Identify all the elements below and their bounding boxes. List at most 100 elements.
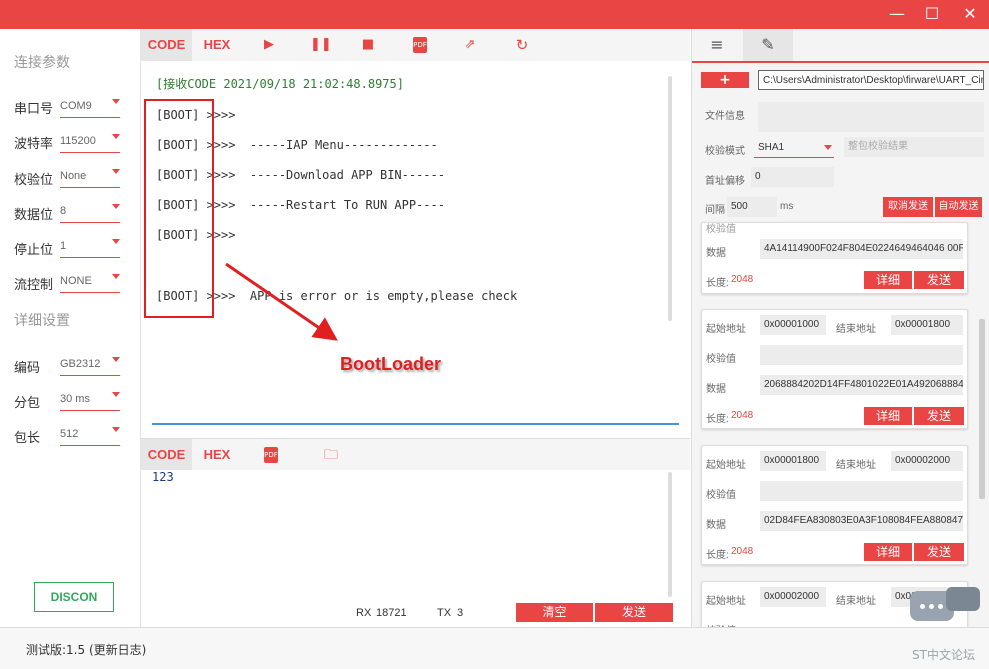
baud-select[interactable]: 115200	[60, 131, 120, 153]
file-info-field	[758, 102, 984, 132]
right-scrollbar[interactable]	[979, 319, 985, 499]
data-label: 数据	[706, 384, 726, 395]
pdf-icon[interactable]: PDF	[264, 447, 278, 463]
chat-bubble-icon	[946, 587, 980, 611]
tx-count: 3	[457, 607, 464, 619]
detail-button[interactable]: 详细	[864, 543, 912, 561]
tx-label: TX	[437, 607, 452, 619]
file-edit-icon[interactable]: ✎	[743, 29, 793, 61]
receive-toolbar: CODE HEX ▶ ❚❚ ■ PDF ⇗ ↻	[141, 29, 690, 61]
dropdown-arrow-icon	[112, 357, 120, 362]
offset-label: 首址偏移	[705, 176, 745, 187]
param-label-port: 串口号	[14, 102, 54, 117]
interval-unit: ms	[780, 201, 794, 212]
encoding-select[interactable]: GB2312	[60, 354, 120, 376]
send-text: 123	[152, 470, 174, 484]
length-label: 长度:	[706, 414, 729, 425]
receive-scrollbar[interactable]	[668, 76, 672, 321]
firmware-block-card: 起始地址 0x00001800 结束地址 0x00002000 校验值 数据 0…	[701, 445, 968, 565]
detail-button[interactable]: 详细	[864, 271, 912, 289]
data-label: 数据	[706, 248, 726, 259]
stopbits-select[interactable]: 1	[60, 236, 120, 258]
length-value: 2048	[731, 410, 754, 421]
send-area[interactable]: 123 RX 18721 TX 3 清空 发送	[141, 470, 690, 627]
start-field: 0x00001800	[760, 451, 826, 471]
dropdown-arrow-icon	[112, 239, 120, 244]
firmware-block-card: 校验值 数据 4A14114900F024F804E0224649464046 …	[701, 222, 968, 294]
rx-label: RX	[356, 607, 372, 619]
block-send-button[interactable]: 发送	[914, 407, 964, 425]
dropdown-arrow-icon	[112, 99, 120, 104]
dropdown-arrow-icon	[112, 134, 120, 139]
block-send-button[interactable]: 发送	[914, 543, 964, 561]
send-tab-code[interactable]: CODE	[141, 439, 192, 471]
send-tab-hex[interactable]: HEX	[192, 439, 242, 471]
param-label-databits: 数据位	[14, 208, 54, 223]
param-label-length: 包长	[14, 431, 41, 446]
flow-select[interactable]: NONE	[60, 271, 120, 293]
port-select[interactable]: COM9	[60, 96, 120, 118]
connection-panel: 连接参数 串口号 COM9 波特率 115200 校验位 None 数据位 8 …	[0, 29, 141, 627]
receive-header: [接收CODE 2021/09/18 21:02:48.8975]	[156, 77, 404, 91]
start-label: 起始地址	[706, 460, 746, 471]
check-label: 校验值	[706, 224, 736, 235]
length-select[interactable]: 512	[60, 424, 120, 446]
maximize-button[interactable]: ☐	[915, 0, 949, 29]
dropdown-arrow-icon	[112, 274, 120, 279]
bootloader-label: BootLoader	[340, 354, 441, 374]
pdf-icon[interactable]: PDF	[413, 37, 427, 53]
parity-select[interactable]: None	[60, 166, 120, 188]
receive-divider	[152, 423, 679, 425]
disconnect-button[interactable]: DISCON	[34, 582, 114, 612]
refresh-icon[interactable]: ↻	[514, 37, 530, 53]
firmware-panel: ≡ ✎ + C:\Users\Administrator\Desktop\fir…	[691, 29, 989, 627]
dropdown-arrow-icon	[112, 427, 120, 432]
auto-send-button[interactable]: 自动发送	[935, 197, 982, 217]
play-icon[interactable]: ▶	[261, 37, 277, 53]
start-field: 0x00002000	[760, 587, 826, 607]
receive-area[interactable]: [接收CODE 2021/09/18 21:02:48.8975] [BOOT]…	[141, 61, 690, 436]
end-label: 结束地址	[836, 596, 876, 607]
file-info-label: 文件信息	[705, 111, 745, 122]
param-label-flow: 流控制	[14, 278, 54, 293]
cancel-send-button[interactable]: 取消发送	[883, 197, 933, 217]
param-label-packet: 分包	[14, 396, 41, 411]
databits-select[interactable]: 8	[60, 201, 120, 223]
edit-list-icon[interactable]: ≡	[692, 29, 742, 61]
end-label: 结束地址	[836, 324, 876, 335]
data-field: 02D84FEA830803E0A3F108084FEA88084746	[760, 511, 963, 531]
block-send-button[interactable]: 发送	[914, 271, 964, 289]
check-label: 校验值	[706, 490, 736, 501]
export-icon[interactable]: ⇗	[462, 37, 478, 53]
stop-icon[interactable]: ■	[360, 37, 376, 53]
packet-select[interactable]: 30 ms	[60, 389, 120, 411]
add-file-button[interactable]: +	[701, 72, 749, 88]
file-path-field[interactable]: C:\Users\Administrator\Desktop\firware\U…	[758, 70, 984, 90]
send-button[interactable]: 发送	[595, 603, 673, 622]
tab-code[interactable]: CODE	[141, 29, 192, 61]
status-bar: 测试版:1.5 (更新日志)	[0, 627, 989, 669]
param-label-baud: 波特率	[14, 137, 54, 152]
detail-button[interactable]: 详细	[864, 407, 912, 425]
dropdown-arrow-icon	[112, 169, 120, 174]
pause-icon[interactable]: ❚❚	[310, 37, 332, 53]
close-button[interactable]: ✕	[953, 0, 987, 29]
interval-field[interactable]: 500	[727, 197, 777, 217]
send-scrollbar[interactable]	[668, 472, 672, 597]
title-bar: — ☐ ✕	[0, 0, 989, 29]
watermark-logo: ST中文论坛	[910, 587, 980, 662]
folder-icon[interactable]: 🗀	[323, 447, 339, 463]
dropdown-arrow-icon	[824, 145, 832, 150]
version-text[interactable]: 测试版:1.5 (更新日志)	[26, 641, 146, 658]
minimize-button[interactable]: —	[880, 0, 914, 29]
data-label: 数据	[706, 520, 726, 531]
verify-mode-select[interactable]: SHA1	[754, 138, 834, 158]
tab-hex[interactable]: HEX	[192, 29, 242, 61]
clear-button[interactable]: 清空	[516, 603, 593, 622]
check-field	[760, 345, 963, 365]
param-label-stopbits: 停止位	[14, 243, 54, 258]
check-field	[760, 481, 963, 501]
end-label: 结束地址	[836, 460, 876, 471]
verify-result-field: 整包校验结果	[844, 137, 984, 157]
offset-field[interactable]: 0	[751, 167, 834, 187]
